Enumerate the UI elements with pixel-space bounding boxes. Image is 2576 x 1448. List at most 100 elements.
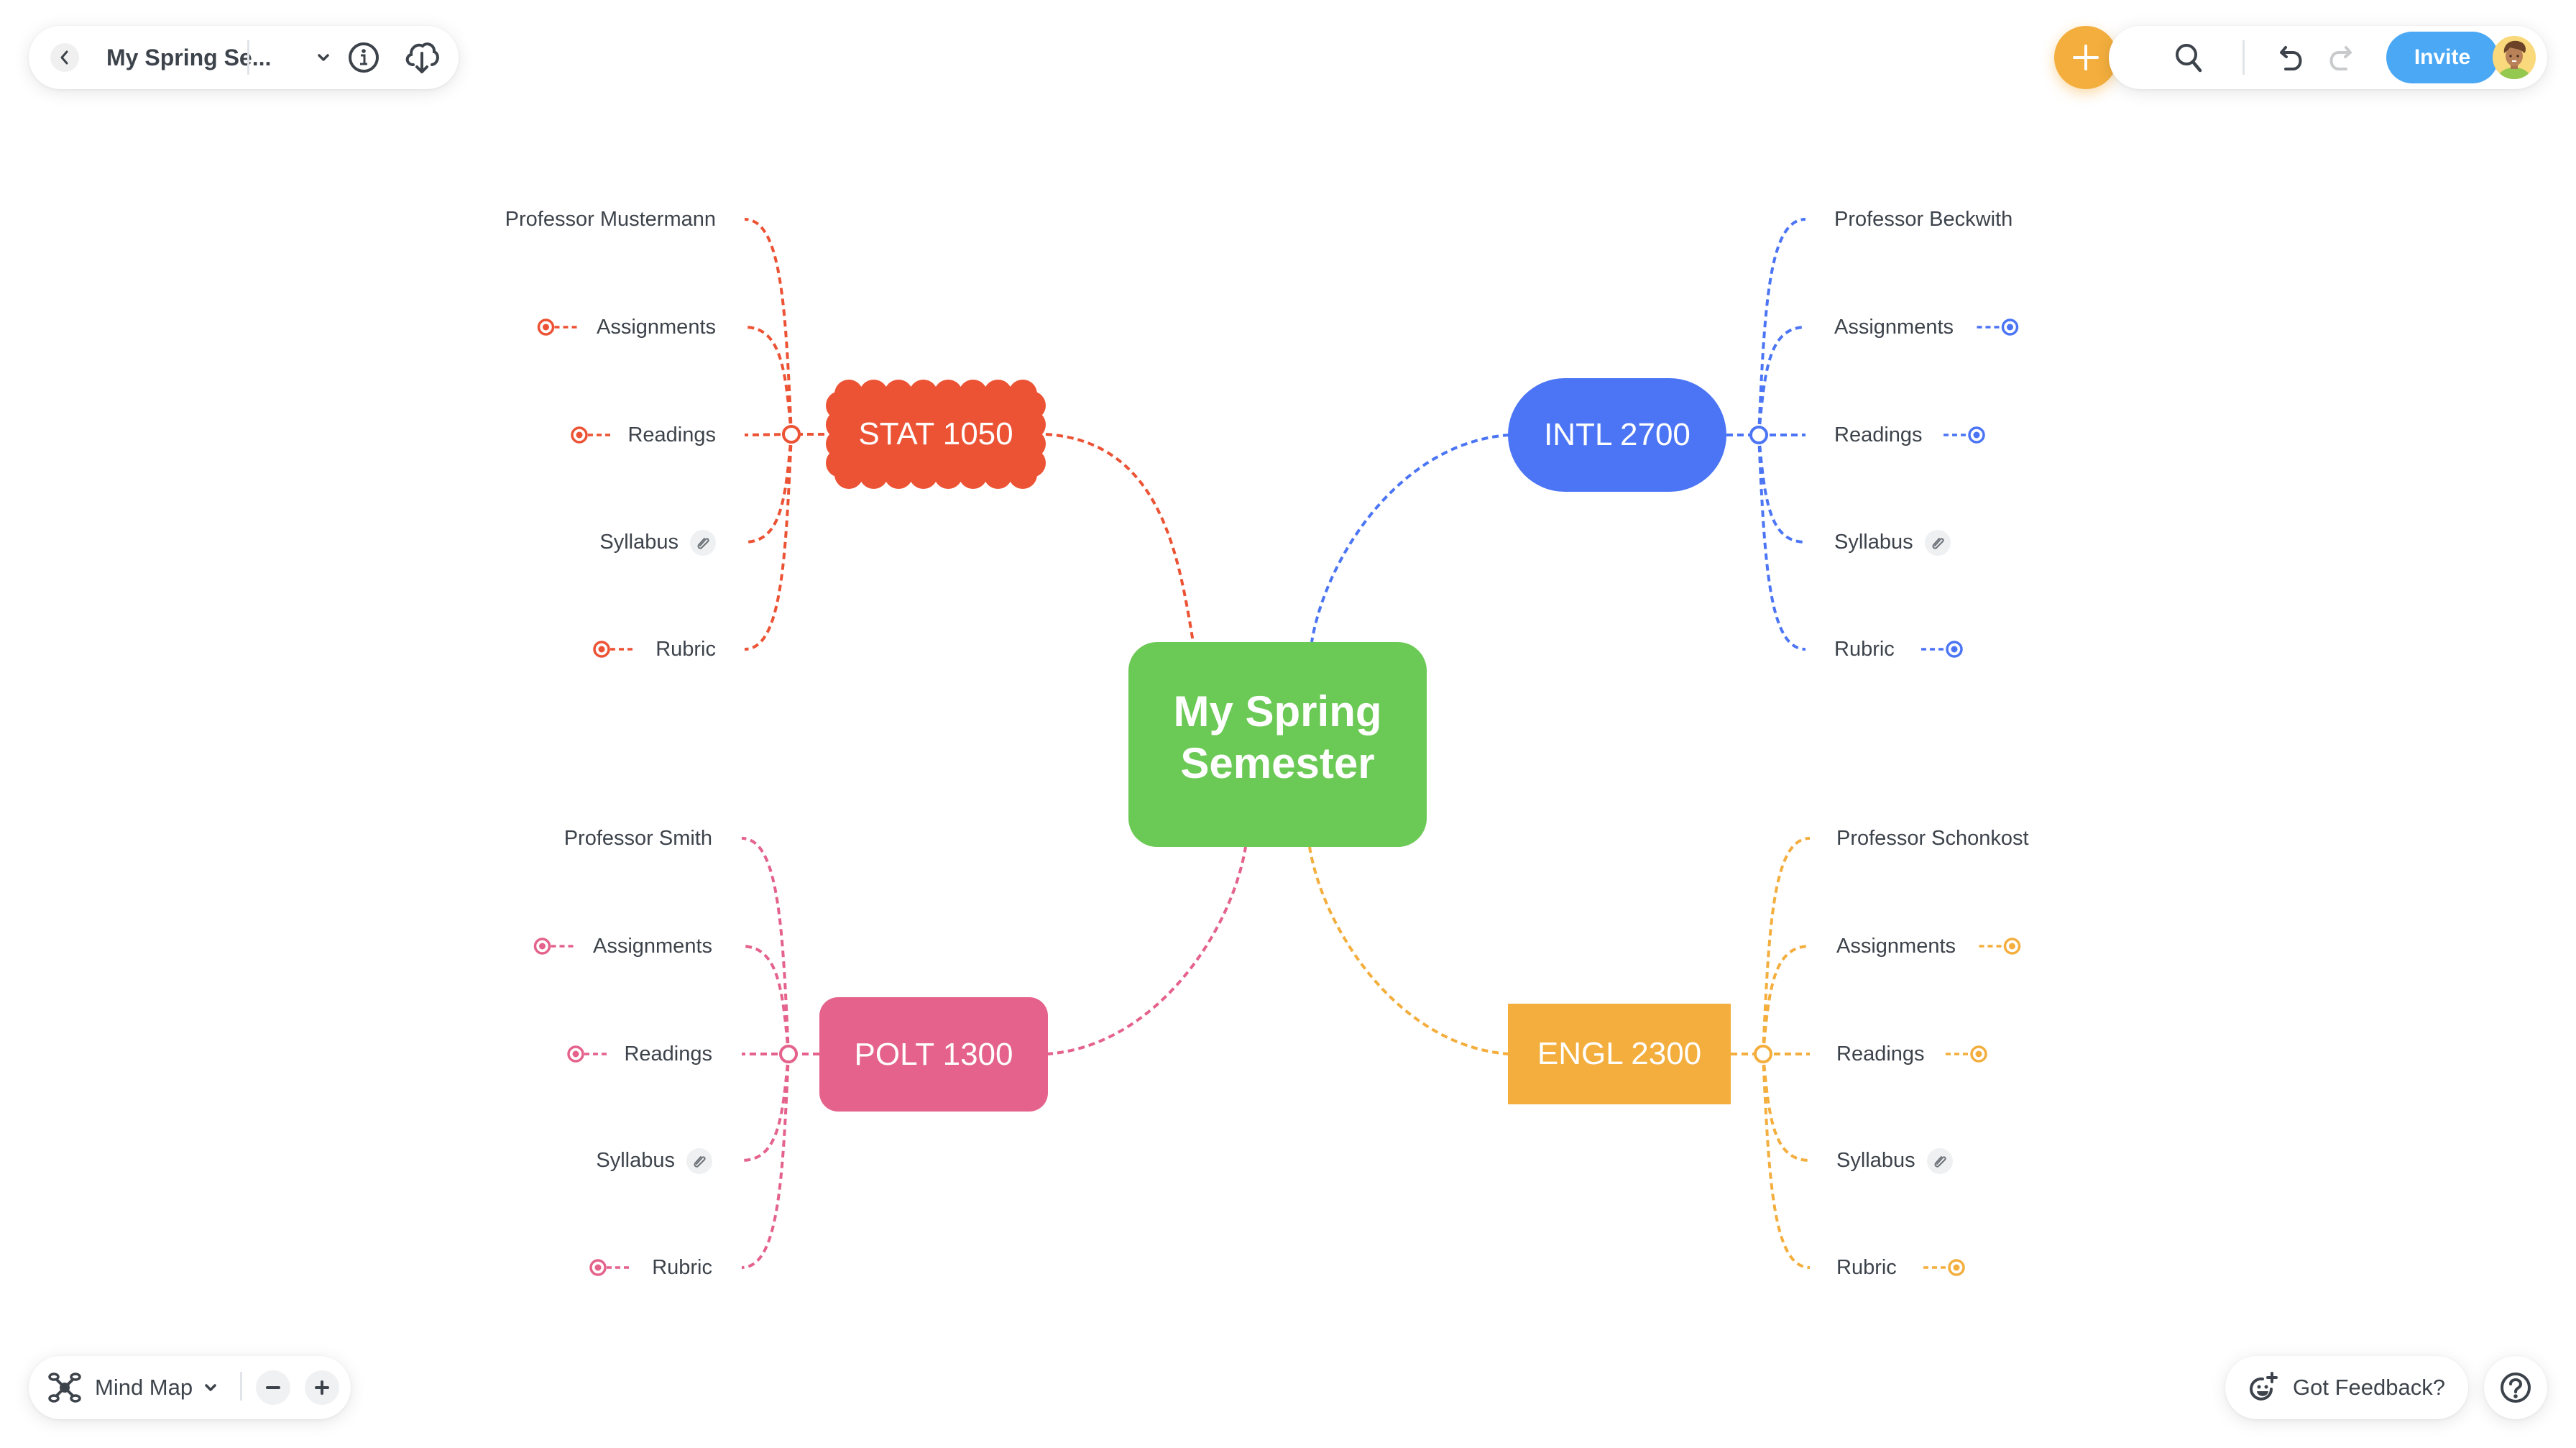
child-topic-label: Syllabus	[1836, 1149, 1915, 1172]
expand-dot-icon	[1975, 1050, 1982, 1058]
info-button[interactable]	[345, 40, 382, 75]
attachment-button[interactable]	[1924, 530, 1951, 556]
redo-button[interactable]	[2322, 40, 2356, 75]
child-topic[interactable]: Assignments	[593, 932, 712, 961]
chevron-left-icon	[60, 50, 68, 65]
child-topic[interactable]: Syllabus	[596, 1146, 712, 1175]
view-label: Mind Map	[95, 1375, 193, 1400]
child-topic[interactable]: Assignments	[597, 313, 716, 342]
child-topic-label: Syllabus	[596, 1149, 675, 1172]
child-topic[interactable]: Professor Mustermann	[505, 205, 716, 234]
attachment-button[interactable]	[686, 1148, 712, 1175]
expand-dot-icon	[539, 943, 546, 950]
divider	[2242, 40, 2245, 75]
expand-dot-icon	[2009, 943, 2015, 950]
chevron-down-icon	[205, 1384, 216, 1391]
child-topic-label: Professor Schonkost	[1836, 827, 2029, 850]
child-topic[interactable]: Syllabus	[1836, 1146, 1953, 1175]
connector-root-polt	[1046, 846, 1247, 1055]
child-topic[interactable]: Readings	[1834, 421, 1923, 449]
child-topic-label: Readings	[1836, 1043, 1925, 1066]
help-button[interactable]	[2484, 1356, 2547, 1419]
zoom-in-button[interactable]	[305, 1370, 339, 1405]
redo-icon	[2329, 46, 2352, 70]
cloud-download-icon	[405, 42, 439, 73]
child-topic[interactable]: Assignments	[1836, 932, 1956, 961]
view-switcher[interactable]: Mind Map	[47, 1369, 289, 1406]
help-icon	[2501, 1373, 2531, 1403]
paperclip-icon	[1932, 538, 1944, 549]
connector-root-intl	[1310, 434, 1510, 643]
child-topic[interactable]: Rubric	[656, 635, 716, 664]
collapse-toggle-stat[interactable]	[782, 425, 801, 444]
connector-child	[1762, 1053, 1811, 1162]
paperclip-icon	[694, 1156, 706, 1168]
plus-icon	[2073, 45, 2099, 70]
child-topic-label: Syllabus	[599, 531, 678, 554]
invite-button[interactable]: Invite	[2386, 32, 2498, 83]
expand-dot-icon	[1973, 431, 1980, 439]
child-topic[interactable]: Readings	[624, 1040, 712, 1068]
connector-root-engl	[1308, 846, 1510, 1055]
undo-icon	[2280, 46, 2302, 70]
central-topic-label[interactable]: My Spring Semester	[1128, 649, 1427, 825]
document-title[interactable]: My Spring Se...	[106, 42, 271, 73]
expand-dot-icon	[2007, 324, 2013, 331]
back-button[interactable]	[50, 43, 79, 72]
divider	[247, 40, 249, 75]
connector-child	[744, 434, 793, 544]
child-topic-label: Professor Mustermann	[505, 208, 716, 231]
child-topic[interactable]: Rubric	[652, 1253, 712, 1282]
expand-dot-icon	[598, 646, 605, 653]
attachment-button[interactable]	[690, 530, 716, 556]
collapse-toggle-engl[interactable]	[1754, 1045, 1772, 1063]
child-topic-label: Professor Beckwith	[1834, 208, 2013, 231]
connector-child	[1757, 434, 1806, 544]
child-topic[interactable]: Rubric	[1834, 635, 1895, 664]
child-topic[interactable]: Rubric	[1836, 1253, 1897, 1282]
expand-dot-icon	[1951, 646, 1958, 653]
child-topic[interactable]: Readings	[627, 421, 716, 449]
search-button[interactable]	[2172, 40, 2207, 75]
branch-label-stat[interactable]: STAT 1050	[824, 377, 1047, 492]
child-topic-label: Readings	[627, 423, 716, 446]
smiley-plus-icon	[2250, 1372, 2278, 1401]
add-button[interactable]	[2054, 26, 2117, 89]
title-dropdown-button[interactable]	[313, 47, 334, 68]
avatar-icon	[2493, 36, 2536, 79]
child-topic[interactable]: Professor Beckwith	[1834, 205, 2012, 234]
mind-map-icon	[48, 1373, 81, 1403]
view-toolbar: Mind Map	[29, 1356, 351, 1419]
child-topic-label: Rubric	[652, 1256, 712, 1279]
branch-label-polt[interactable]: POLT 1300	[819, 997, 1048, 1112]
branch-label-intl[interactable]: INTL 2700	[1508, 378, 1726, 492]
paperclip-icon	[1934, 1156, 1946, 1168]
feedback-button[interactable]: Got Feedback?	[2225, 1356, 2468, 1419]
expand-dot-icon	[1953, 1264, 1960, 1271]
divider	[240, 1372, 242, 1401]
collapse-toggle-polt[interactable]	[779, 1045, 798, 1063]
child-topic[interactable]: Readings	[1836, 1040, 1925, 1068]
plus-icon	[315, 1380, 329, 1395]
attachment-button[interactable]	[1926, 1148, 1953, 1175]
branch-label-engl[interactable]: ENGL 2300	[1508, 1004, 1731, 1104]
child-topic-label: Readings	[1834, 423, 1923, 446]
child-topic-label: Syllabus	[1834, 531, 1913, 554]
search-icon	[2176, 44, 2202, 73]
child-topic[interactable]: Syllabus	[599, 528, 716, 556]
connector-child	[741, 1053, 790, 1162]
child-topic[interactable]: Professor Smith	[564, 824, 712, 853]
collapse-toggle-intl[interactable]	[1749, 426, 1768, 444]
zoom-out-button[interactable]	[256, 1370, 290, 1405]
child-topic-label: Assignments	[1836, 935, 1956, 958]
child-topic-label: Readings	[624, 1043, 712, 1066]
child-topic-label: Rubric	[1836, 1256, 1897, 1279]
expand-dot-icon	[543, 324, 549, 331]
child-topic[interactable]: Professor Schonkost	[1836, 824, 2029, 853]
child-topic[interactable]: Assignments	[1834, 313, 1954, 342]
download-button[interactable]	[401, 39, 441, 76]
undo-button[interactable]	[2276, 40, 2310, 75]
user-avatar[interactable]	[2493, 36, 2536, 79]
feedback-label: Got Feedback?	[2293, 1375, 2445, 1400]
child-topic[interactable]: Syllabus	[1834, 528, 1951, 556]
